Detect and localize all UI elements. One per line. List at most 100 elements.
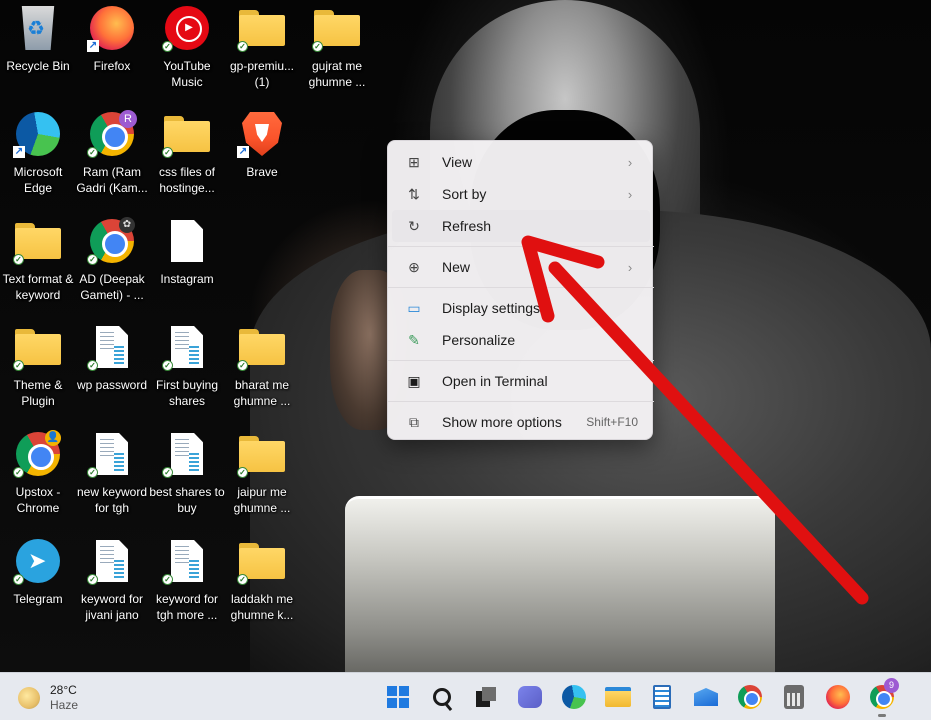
taskbar-edge-button[interactable] <box>560 683 588 711</box>
desktop-icon-upstox-chrome[interactable]: 👤 ✓ Upstox - Chrome <box>0 430 76 530</box>
taskbar-chrome-profile-button[interactable]: 9 <box>868 678 899 717</box>
desktop-icon-label: css files of hostinge... <box>158 165 215 195</box>
document-icon <box>171 433 203 475</box>
taskbar-firefox-button[interactable] <box>824 683 852 711</box>
document-icon <box>96 433 128 475</box>
desktop-icon-label: Upstox - Chrome <box>15 485 61 515</box>
menu-item-show-more-options[interactable]: ⧉ Show more options Shift+F10 <box>392 406 650 438</box>
sync-check-icon: ✓ <box>237 467 248 478</box>
desktop-icon-label: wp password <box>76 378 148 392</box>
sync-check-icon: ✓ <box>162 147 173 158</box>
desktop-icon-label: First buying shares <box>155 378 219 408</box>
chrome-icon <box>738 685 762 709</box>
taskbar-file-explorer-button[interactable] <box>604 683 632 711</box>
profile-badge: R <box>119 110 137 128</box>
desktop-icon-label: YouTube Music <box>163 59 211 89</box>
notification-badge: 9 <box>884 678 899 693</box>
document-icon <box>96 326 128 368</box>
menu-item-refresh[interactable]: ↻ Refresh <box>392 210 650 242</box>
desktop-icon-keyword-jivani-jano[interactable]: ✓ keyword for jivani jano <box>74 537 150 637</box>
sync-check-icon: ✓ <box>162 467 173 478</box>
desktop-icon-ram-chrome[interactable]: R ✓ Ram (Ram Gadri (Kam... <box>74 110 150 210</box>
sync-check-icon: ✓ <box>13 574 24 585</box>
desktop-icon-gp-premium[interactable]: ✓ gp-premiu... (1) <box>224 4 300 104</box>
taskbar-calculator-button[interactable] <box>780 683 808 711</box>
desktop-icon-css-files[interactable]: ✓ css files of hostinge... <box>149 110 225 210</box>
task-view-icon <box>476 687 496 707</box>
menu-item-new[interactable]: ⊕ New › <box>392 251 650 283</box>
taskbar-teams-chat-button[interactable] <box>516 683 544 711</box>
desktop-icon-text-format-keyword[interactable]: ✓ Text format & keyword <box>0 217 76 317</box>
desktop-icon-gujrat-me-ghumne[interactable]: ✓ gujrat me ghumne ... <box>299 4 375 104</box>
menu-item-open-in-terminal[interactable]: ▣ Open in Terminal <box>392 365 650 397</box>
taskbar-mail-button[interactable] <box>692 683 720 711</box>
menu-item-label: Display settings <box>442 300 541 316</box>
profile-badge-icon: 👤 <box>45 430 61 446</box>
sync-check-icon: ✓ <box>237 41 248 52</box>
desktop-icon-label: Firefox <box>93 59 131 73</box>
desktop-icon-ad-deepak-chrome[interactable]: ✿ ✓ AD (Deepak Gameti) - ... <box>74 217 150 317</box>
desktop-icon-brave[interactable]: ↗ Brave <box>224 110 300 210</box>
edge-icon <box>562 685 586 709</box>
desktop-icon-keyword-tgh-more[interactable]: ✓ keyword for tgh more ... <box>149 537 225 637</box>
taskbar: 28°C Haze 9 <box>0 672 931 720</box>
menu-separator <box>388 246 654 247</box>
weather-widget[interactable]: 28°C Haze <box>18 681 108 715</box>
desktop[interactable]: Recycle Bin ↗ Microsoft Edge ✓ Text form… <box>0 0 931 672</box>
menu-item-personalize[interactable]: ✎ Personalize <box>392 324 650 356</box>
firefox-icon <box>826 685 850 709</box>
desktop-icon-label: gp-premiu... (1) <box>229 59 295 89</box>
folder-icon <box>15 329 61 365</box>
desktop-icon-firefox[interactable]: ↗ Firefox <box>74 4 150 104</box>
menu-item-view[interactable]: ⊞ View › <box>392 146 650 178</box>
search-icon <box>433 688 451 706</box>
menu-separator <box>388 401 654 402</box>
document-icon <box>96 540 128 582</box>
taskbar-notepad-button[interactable] <box>648 683 676 711</box>
new-plus-icon: ⊕ <box>408 258 420 275</box>
menu-item-label: Open in Terminal <box>442 373 548 389</box>
desktop-icon-youtube-music[interactable]: ✓ YouTube Music <box>149 4 225 104</box>
desktop-icon-microsoft-edge[interactable]: ↗ Microsoft Edge <box>0 110 76 210</box>
desktop-icon-first-buying-shares[interactable]: ✓ First buying shares <box>149 323 225 423</box>
shortcut-arrow-icon: ↗ <box>13 146 25 158</box>
menu-item-label: Sort by <box>442 186 487 202</box>
menu-item-label: New <box>442 259 471 275</box>
running-indicator <box>878 714 886 717</box>
desktop-icon-recycle-bin[interactable]: Recycle Bin <box>0 4 76 104</box>
folder-icon <box>164 116 210 152</box>
profile-badge-icon: ✿ <box>119 217 135 233</box>
menu-separator <box>388 360 654 361</box>
desktop-icon-label: AD (Deepak Gameti) - ... <box>79 272 145 302</box>
terminal-icon: ▣ <box>407 372 421 389</box>
menu-item-sort-by[interactable]: ⇅ Sort by › <box>392 178 650 210</box>
haze-weather-icon <box>18 687 40 709</box>
sync-check-icon: ✓ <box>312 41 323 52</box>
taskbar-chrome-button[interactable] <box>736 683 764 711</box>
desktop-icon-label: keyword for jivani jano <box>80 592 144 622</box>
desktop-icon-bharat-me-ghumne[interactable]: ✓ bharat me ghumne ... <box>224 323 300 423</box>
folder-icon <box>239 10 285 46</box>
folder-icon <box>239 329 285 365</box>
desktop-icon-label: gujrat me ghumne ... <box>308 59 366 89</box>
menu-item-display-settings[interactable]: ▭ Display settings <box>392 292 650 324</box>
desktop-icon-label: Theme & Plugin <box>13 378 63 408</box>
sync-check-icon: ✓ <box>87 360 98 371</box>
chevron-right-icon: › <box>627 154 633 170</box>
desktop-icon-wp-password[interactable]: ✓ wp password <box>74 323 150 423</box>
desktop-icon-laddakh-me-ghumne[interactable]: ✓ laddakh me ghumne k... <box>224 537 300 637</box>
desktop-icon-new-keyword-tgh[interactable]: ✓ new keyword for tgh <box>74 430 150 530</box>
desktop-icon-best-shares[interactable]: ✓ best shares to buy <box>149 430 225 530</box>
desktop-icon-label: Recycle Bin <box>6 59 70 73</box>
refresh-icon: ↻ <box>408 217 420 234</box>
start-button[interactable] <box>384 683 412 711</box>
notepad-icon <box>653 685 671 709</box>
desktop-icon-jaipur-me-ghumne[interactable]: ✓ jaipur me ghumne ... <box>224 430 300 530</box>
desktop-icon-instagram[interactable]: Instagram <box>149 217 225 317</box>
desktop-icon-label: Ram (Ram Gadri (Kam... <box>76 165 148 195</box>
desktop-icon-theme-plugin[interactable]: ✓ Theme & Plugin <box>0 323 76 423</box>
menu-item-shortcut: Shift+F10 <box>586 415 638 429</box>
desktop-icon-telegram[interactable]: ✓ Telegram <box>0 537 76 637</box>
taskbar-search-button[interactable] <box>428 683 456 711</box>
taskbar-task-view-button[interactable] <box>472 683 500 711</box>
